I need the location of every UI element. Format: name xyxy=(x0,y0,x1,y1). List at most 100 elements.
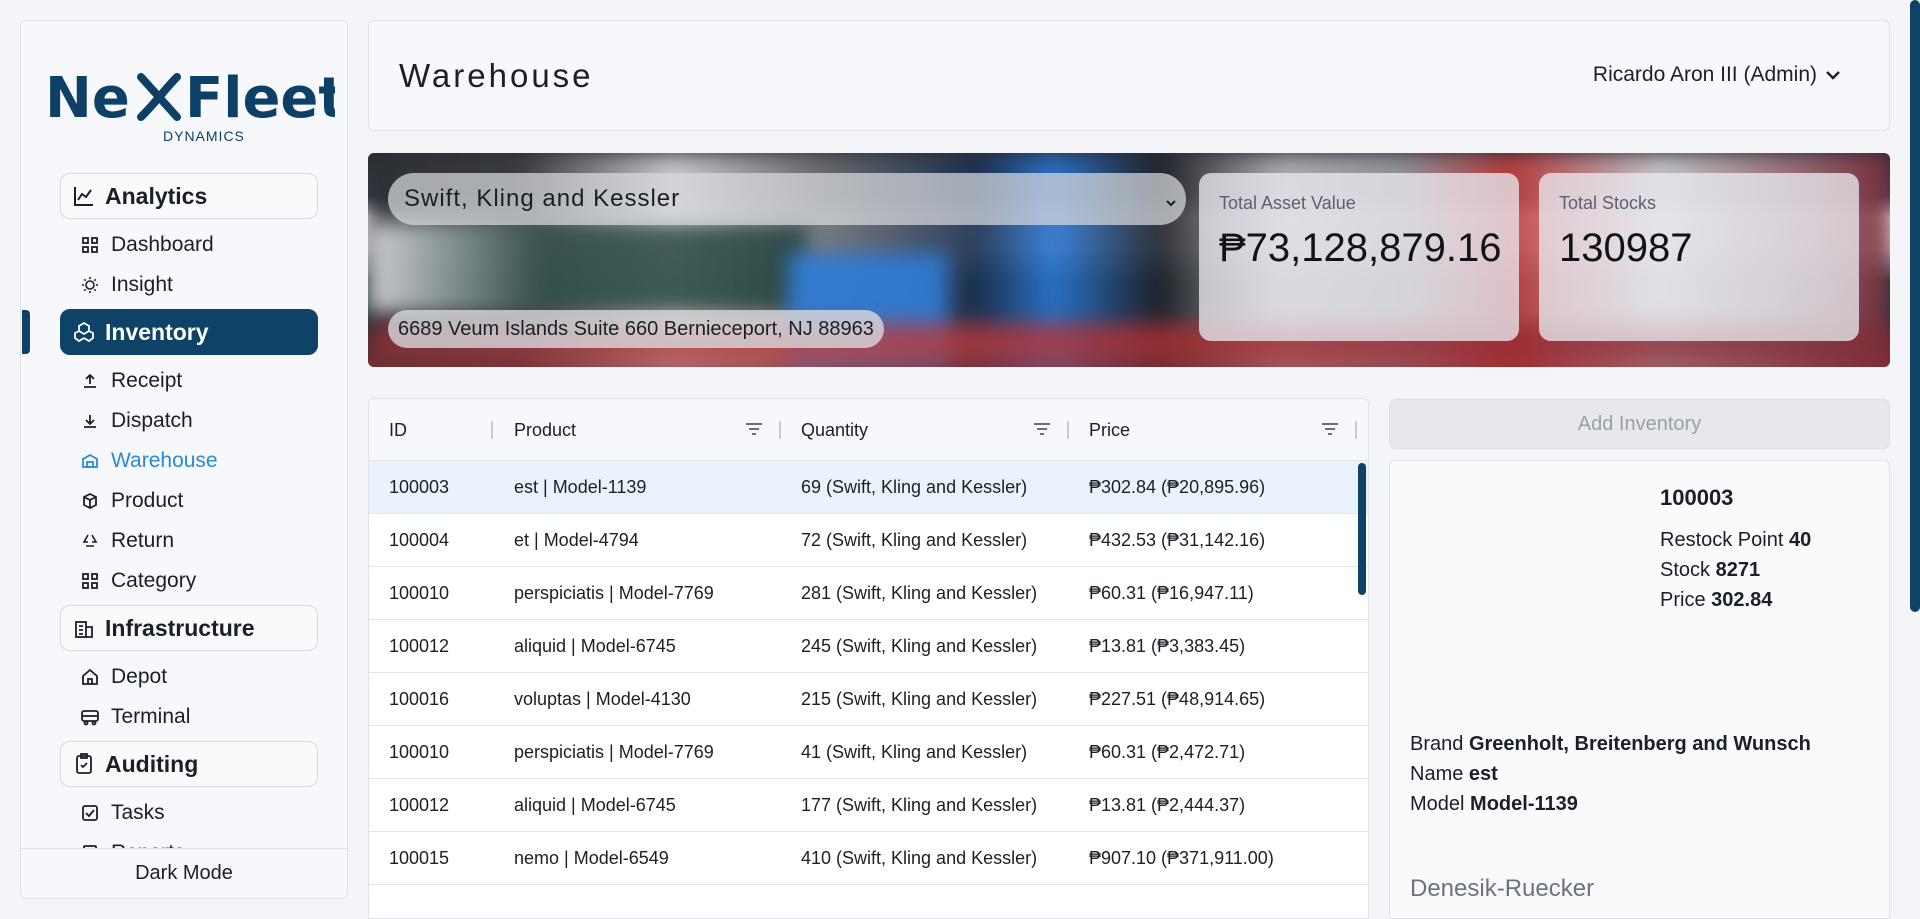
detail-value: 40 xyxy=(1788,529,1812,551)
sidebar-item-terminal[interactable]: Terminal xyxy=(81,697,347,737)
chart-icon xyxy=(73,185,95,207)
detail-restock: Restock Point 40 xyxy=(1660,529,1811,552)
sidebar-item-product[interactable]: Product xyxy=(81,481,347,521)
sidebar-item-label: Insight xyxy=(111,273,173,296)
column-separator[interactable] xyxy=(1355,421,1357,439)
detail-label: Price xyxy=(1660,589,1706,611)
detail-label: Brand xyxy=(1410,733,1464,755)
sidebar-item-tasks[interactable]: Tasks xyxy=(81,793,347,833)
cell-price: ₱13.81 (₱2,444.37) xyxy=(1089,794,1246,815)
nav-group-infrastructure[interactable]: Infrastructure xyxy=(60,605,318,651)
cell-id: 100012 xyxy=(389,635,450,656)
address-text: 6689 Veum Islands Suite 660 Bernieceport… xyxy=(398,317,874,340)
sidebar-item-label: Receipt xyxy=(111,369,183,392)
detail-stock: Stock 8271 xyxy=(1660,559,1760,582)
nav-group-inventory[interactable]: Inventory xyxy=(22,309,318,355)
cell-product: nemo | Model-6549 xyxy=(514,847,669,868)
detail-value: 302.84 xyxy=(1711,589,1773,611)
nav-group-auditing[interactable]: Auditing xyxy=(60,741,318,787)
detail-label: Model xyxy=(1410,793,1465,815)
cell-product: aliquid | Model-6745 xyxy=(514,635,676,656)
clipboard-icon xyxy=(73,753,95,775)
detail-label: Stock xyxy=(1660,559,1711,581)
user-menu[interactable]: Ricardo Aron III (Admin) xyxy=(1593,63,1841,87)
boxes-icon xyxy=(73,321,95,343)
package-icon xyxy=(81,492,99,510)
sidebar-item-dispatch[interactable]: Dispatch xyxy=(81,401,347,441)
page-scrollbar[interactable] xyxy=(1910,0,1920,612)
cell-quantity: 245 (Swift, Kling and Kessler) xyxy=(801,635,1038,656)
nav-group-label: Analytics xyxy=(105,182,208,209)
table-row[interactable]: 100010 perspiciatis | Model-7769 281 (Sw… xyxy=(369,567,1368,620)
sidebar-item-insight[interactable]: Insight xyxy=(81,265,347,305)
column-separator[interactable] xyxy=(779,421,781,439)
cell-price: ₱432.53 (₱31,142.16) xyxy=(1089,529,1266,550)
cell-price: ₱60.31 (₱16,947.11) xyxy=(1089,582,1254,603)
sidebar-nav: Analytics Dashboard Insight Inventory Re… xyxy=(21,173,347,873)
detail-value: Greenholt, Breitenberg and Wunsch xyxy=(1468,733,1811,755)
filter-icon[interactable] xyxy=(1321,421,1339,442)
detail-supplier: Denesik-Ruecker xyxy=(1410,875,1595,902)
detail-price: Price 302.84 xyxy=(1660,589,1772,612)
column-header-id[interactable]: ID xyxy=(389,399,493,461)
user-name: Ricardo Aron III (Admin) xyxy=(1592,63,1817,86)
sidebar-item-category[interactable]: Category xyxy=(81,561,347,601)
sidebar-item-label: Return xyxy=(111,529,175,552)
table-row[interactable]: 100016 voluptas | Model-4130 215 (Swift,… xyxy=(369,673,1368,726)
column-separator[interactable] xyxy=(491,421,493,439)
inventory-table: ID Product Quantity Price 100003 est | M… xyxy=(368,398,1369,919)
filter-icon[interactable] xyxy=(1033,421,1051,442)
warehouse-select[interactable]: Swift, Kling and Kessler xyxy=(388,173,1186,225)
column-header-label: Price xyxy=(1089,419,1131,440)
warehouse-icon xyxy=(81,452,99,470)
banner-photo-bg xyxy=(368,223,808,313)
page-header: Warehouse Ricardo Aron III (Admin) xyxy=(368,20,1890,131)
sidebar-item-depot[interactable]: Depot xyxy=(81,657,347,697)
column-header-quantity[interactable]: Quantity xyxy=(801,399,1069,461)
table-row[interactable]: 100015 nemo | Model-6549 410 (Swift, Kli… xyxy=(369,832,1368,885)
cell-quantity: 41 (Swift, Kling and Kessler) xyxy=(801,741,1028,762)
cell-price: ₱302.84 (₱20,895.96) xyxy=(1089,476,1266,497)
nav-group-analytics[interactable]: Analytics xyxy=(60,173,318,219)
cell-price: ₱60.31 (₱2,472.71) xyxy=(1089,741,1246,762)
sidebar-item-label: Tasks xyxy=(111,801,165,824)
cell-id: 100003 xyxy=(389,476,450,497)
sidebar-item-return[interactable]: Return xyxy=(81,521,347,561)
detail-name: Name est xyxy=(1410,763,1498,786)
table-row[interactable]: 100003 est | Model-1139 69 (Swift, Kling… xyxy=(369,461,1368,514)
sidebar-item-label: Depot xyxy=(111,665,168,688)
stat-label: Total Stocks xyxy=(1559,193,1657,213)
cell-quantity: 69 (Swift, Kling and Kessler) xyxy=(801,476,1028,497)
table-row[interactable]: 100012 aliquid | Model-6745 245 (Swift, … xyxy=(369,620,1368,673)
sidebar-item-receipt[interactable]: Receipt xyxy=(81,361,347,401)
nav-group-label: Inventory xyxy=(105,318,209,345)
column-header-label: Product xyxy=(514,419,577,440)
sidebar: Ne Fleet DYNAMICS Analytics Dashboard In… xyxy=(20,20,348,899)
column-header-product[interactable]: Product xyxy=(514,399,781,461)
detail-model: Model Model-1139 xyxy=(1410,793,1578,816)
column-separator[interactable] xyxy=(1067,421,1069,439)
column-header-price[interactable]: Price xyxy=(1089,399,1357,461)
add-inventory-button[interactable]: Add Inventory xyxy=(1389,399,1890,449)
table-scrollbar[interactable] xyxy=(1358,463,1366,595)
cell-id: 100015 xyxy=(389,847,450,868)
sidebar-item-warehouse[interactable]: Warehouse xyxy=(81,441,347,481)
sidebar-item-label: Dashboard xyxy=(111,233,214,256)
cell-product: est | Model-1139 xyxy=(514,476,647,497)
cell-quantity: 177 (Swift, Kling and Kessler) xyxy=(801,794,1038,815)
filter-icon[interactable] xyxy=(745,421,763,442)
table-row[interactable]: 100004 et | Model-4794 72 (Swift, Kling … xyxy=(369,514,1368,567)
nav-group-label: Auditing xyxy=(105,750,199,777)
cell-price: ₱13.81 (₱3,383.45) xyxy=(1089,635,1246,656)
page-title: Warehouse xyxy=(399,57,594,94)
sidebar-item-label: Dispatch xyxy=(111,409,193,432)
detail-brand: Brand Greenholt, Breitenberg and Wunsch xyxy=(1410,733,1811,756)
cell-product: voluptas | Model-4130 xyxy=(514,688,691,709)
nav-group-label: Infrastructure xyxy=(105,614,255,641)
checkbox-icon xyxy=(81,804,99,822)
table-row[interactable]: 100012 aliquid | Model-6745 177 (Swift, … xyxy=(369,779,1368,832)
cell-product: aliquid | Model-6745 xyxy=(514,794,676,815)
dark-mode-toggle[interactable]: Dark Mode xyxy=(21,848,347,898)
sidebar-item-dashboard[interactable]: Dashboard xyxy=(81,225,347,265)
table-row[interactable]: 100010 perspiciatis | Model-7769 41 (Swi… xyxy=(369,726,1368,779)
